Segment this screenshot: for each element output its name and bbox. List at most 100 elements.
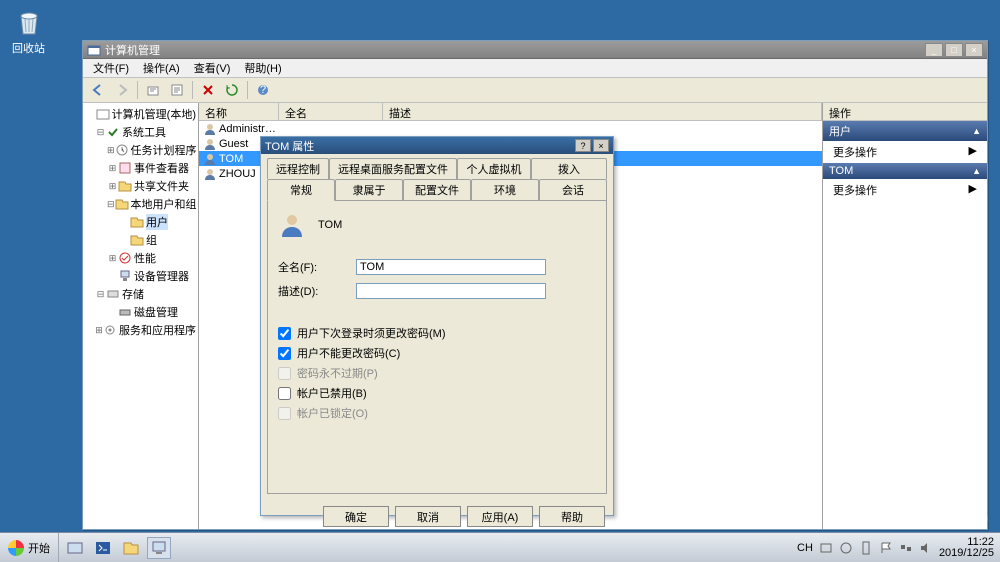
back-button[interactable]: [87, 80, 109, 100]
description-input[interactable]: [356, 283, 546, 299]
tree-system-tools[interactable]: ⊟系统工具: [83, 123, 198, 141]
actions-more-users[interactable]: 更多操作▶: [823, 141, 987, 163]
tab-remote-control[interactable]: 远程控制: [267, 158, 329, 179]
tree-device-manager[interactable]: 设备管理器: [83, 267, 198, 285]
dialog-titlebar[interactable]: TOM 属性 ? ×: [261, 137, 613, 154]
checkbox-must-change[interactable]: [278, 327, 291, 340]
col-fullname[interactable]: 全名: [279, 103, 383, 120]
taskbar: 开始 CH 11:22 2019/12/25: [0, 532, 1000, 562]
taskbar-explorer[interactable]: [119, 537, 143, 559]
apply-button[interactable]: 应用(A): [467, 506, 533, 527]
system-tray: CH 11:22 2019/12/25: [791, 537, 1000, 559]
tree-root[interactable]: 计算机管理(本地): [83, 105, 198, 123]
checkbox-cannot-change[interactable]: [278, 347, 291, 360]
fullname-input[interactable]: [356, 259, 546, 275]
language-indicator[interactable]: CH: [797, 542, 813, 554]
tab-environment[interactable]: 环境: [471, 179, 539, 200]
actions-band-users[interactable]: 用户▲: [823, 121, 987, 141]
forward-button[interactable]: [111, 80, 133, 100]
window-title: 计算机管理: [105, 42, 925, 58]
dialog-close-button[interactable]: ×: [593, 139, 609, 152]
dialog-help-button[interactable]: ?: [575, 139, 591, 152]
user-name-label: TOM: [318, 219, 342, 231]
taskbar-server-manager[interactable]: [63, 537, 87, 559]
ok-button[interactable]: 确定: [323, 506, 389, 527]
description-label: 描述(D):: [278, 283, 356, 299]
svg-text:?: ?: [260, 84, 266, 96]
actions-header: 操作: [823, 103, 987, 121]
tab-memberof[interactable]: 隶属于: [335, 179, 403, 200]
help-button[interactable]: 帮助: [539, 506, 605, 527]
windows-orb-icon: [8, 540, 24, 556]
menu-action[interactable]: 操作(A): [137, 58, 186, 78]
collapse-icon[interactable]: ▲: [972, 166, 981, 176]
dialog-buttons: 确定 取消 应用(A) 帮助: [261, 500, 613, 533]
tray-flag-icon[interactable]: [879, 541, 893, 555]
toolbar: ?: [83, 78, 987, 103]
properties-button[interactable]: [166, 80, 188, 100]
tree-services-apps[interactable]: ⊞服务和应用程序: [83, 321, 198, 339]
tree-task-scheduler[interactable]: ⊞任务计划程序: [83, 141, 198, 159]
delete-button[interactable]: [197, 80, 219, 100]
actions-more-tom[interactable]: 更多操作▶: [823, 179, 987, 201]
checkbox-disabled-row[interactable]: 帐户已禁用(B): [278, 385, 596, 401]
list-header: 名称 全名 描述: [199, 103, 822, 121]
recycle-bin[interactable]: 回收站: [12, 6, 45, 56]
up-button[interactable]: [142, 80, 164, 100]
tree-groups[interactable]: 组: [83, 231, 198, 249]
tab-general[interactable]: 常规: [267, 179, 335, 201]
tree-shared-folders[interactable]: ⊞共享文件夹: [83, 177, 198, 195]
refresh-button[interactable]: [221, 80, 243, 100]
actions-panel: 操作 用户▲ 更多操作▶ TOM▲ 更多操作▶: [822, 103, 987, 529]
start-button[interactable]: 开始: [0, 533, 59, 562]
window-titlebar[interactable]: 计算机管理 _ □ ×: [83, 41, 987, 59]
checkbox-must-change-row[interactable]: 用户下次登录时须更改密码(M): [278, 325, 596, 341]
minimize-button[interactable]: _: [925, 43, 943, 57]
tab-remote-desktop[interactable]: 远程桌面服务配置文件: [329, 158, 457, 179]
tree-event-viewer[interactable]: ⊞事件查看器: [83, 159, 198, 177]
fullname-label: 全名(F):: [278, 259, 356, 275]
dialog-title: TOM 属性: [265, 138, 575, 154]
tab-dialin[interactable]: 拨入: [531, 158, 607, 179]
tray-icon[interactable]: [839, 541, 853, 555]
clock[interactable]: 11:22 2019/12/25: [939, 537, 994, 559]
tab-sessions[interactable]: 会话: [539, 179, 607, 200]
menu-file[interactable]: 文件(F): [87, 58, 135, 78]
tray-icon[interactable]: [859, 541, 873, 555]
checkbox-never-expires-row: 密码永不过期(P): [278, 365, 596, 381]
user-icon: [278, 211, 306, 239]
menu-view[interactable]: 查看(V): [188, 58, 237, 78]
tray-network-icon[interactable]: [899, 541, 913, 555]
tab-profile[interactable]: 配置文件: [403, 179, 471, 200]
col-name[interactable]: 名称: [199, 103, 279, 120]
taskbar-computer-management[interactable]: [147, 537, 171, 559]
chevron-right-icon: ▶: [969, 144, 977, 160]
tab-personal-vm[interactable]: 个人虚拟机: [457, 158, 531, 179]
tab-content-general: TOM 全名(F): 描述(D): 用户下次登录时须更改密码(M) 用户不能更改…: [267, 200, 607, 494]
tray-volume-icon[interactable]: [919, 541, 933, 555]
checkbox-cannot-change-row[interactable]: 用户不能更改密码(C): [278, 345, 596, 361]
actions-band-tom[interactable]: TOM▲: [823, 163, 987, 179]
close-button[interactable]: ×: [965, 43, 983, 57]
menu-help[interactable]: 帮助(H): [238, 58, 287, 78]
collapse-icon[interactable]: ▲: [972, 126, 981, 136]
tree-users[interactable]: 用户: [83, 213, 198, 231]
cancel-button[interactable]: 取消: [395, 506, 461, 527]
maximize-button[interactable]: □: [945, 43, 963, 57]
tree-disk-management[interactable]: 磁盘管理: [83, 303, 198, 321]
col-description[interactable]: 描述: [383, 103, 822, 120]
help-button[interactable]: ?: [252, 80, 274, 100]
list-item[interactable]: Administr…: [199, 121, 822, 136]
chevron-right-icon: ▶: [969, 182, 977, 198]
properties-dialog: TOM 属性 ? × 远程控制 远程桌面服务配置文件 个人虚拟机 拨入 常规 隶…: [260, 136, 614, 516]
tray-icon[interactable]: [819, 541, 833, 555]
tree-storage[interactable]: ⊟存储: [83, 285, 198, 303]
checkbox-disabled[interactable]: [278, 387, 291, 400]
taskbar-powershell[interactable]: [91, 537, 115, 559]
navigation-tree[interactable]: 计算机管理(本地) ⊟系统工具 ⊞任务计划程序 ⊞事件查看器 ⊞共享文件夹 ⊟本…: [83, 103, 199, 529]
dialog-tabs: 远程控制 远程桌面服务配置文件 个人虚拟机 拨入 常规 隶属于 配置文件 环境 …: [261, 154, 613, 200]
recycle-bin-label: 回收站: [12, 40, 45, 56]
tree-local-users-groups[interactable]: ⊟本地用户和组: [83, 195, 198, 213]
checkbox-never-expires: [278, 367, 291, 380]
tree-performance[interactable]: ⊞性能: [83, 249, 198, 267]
